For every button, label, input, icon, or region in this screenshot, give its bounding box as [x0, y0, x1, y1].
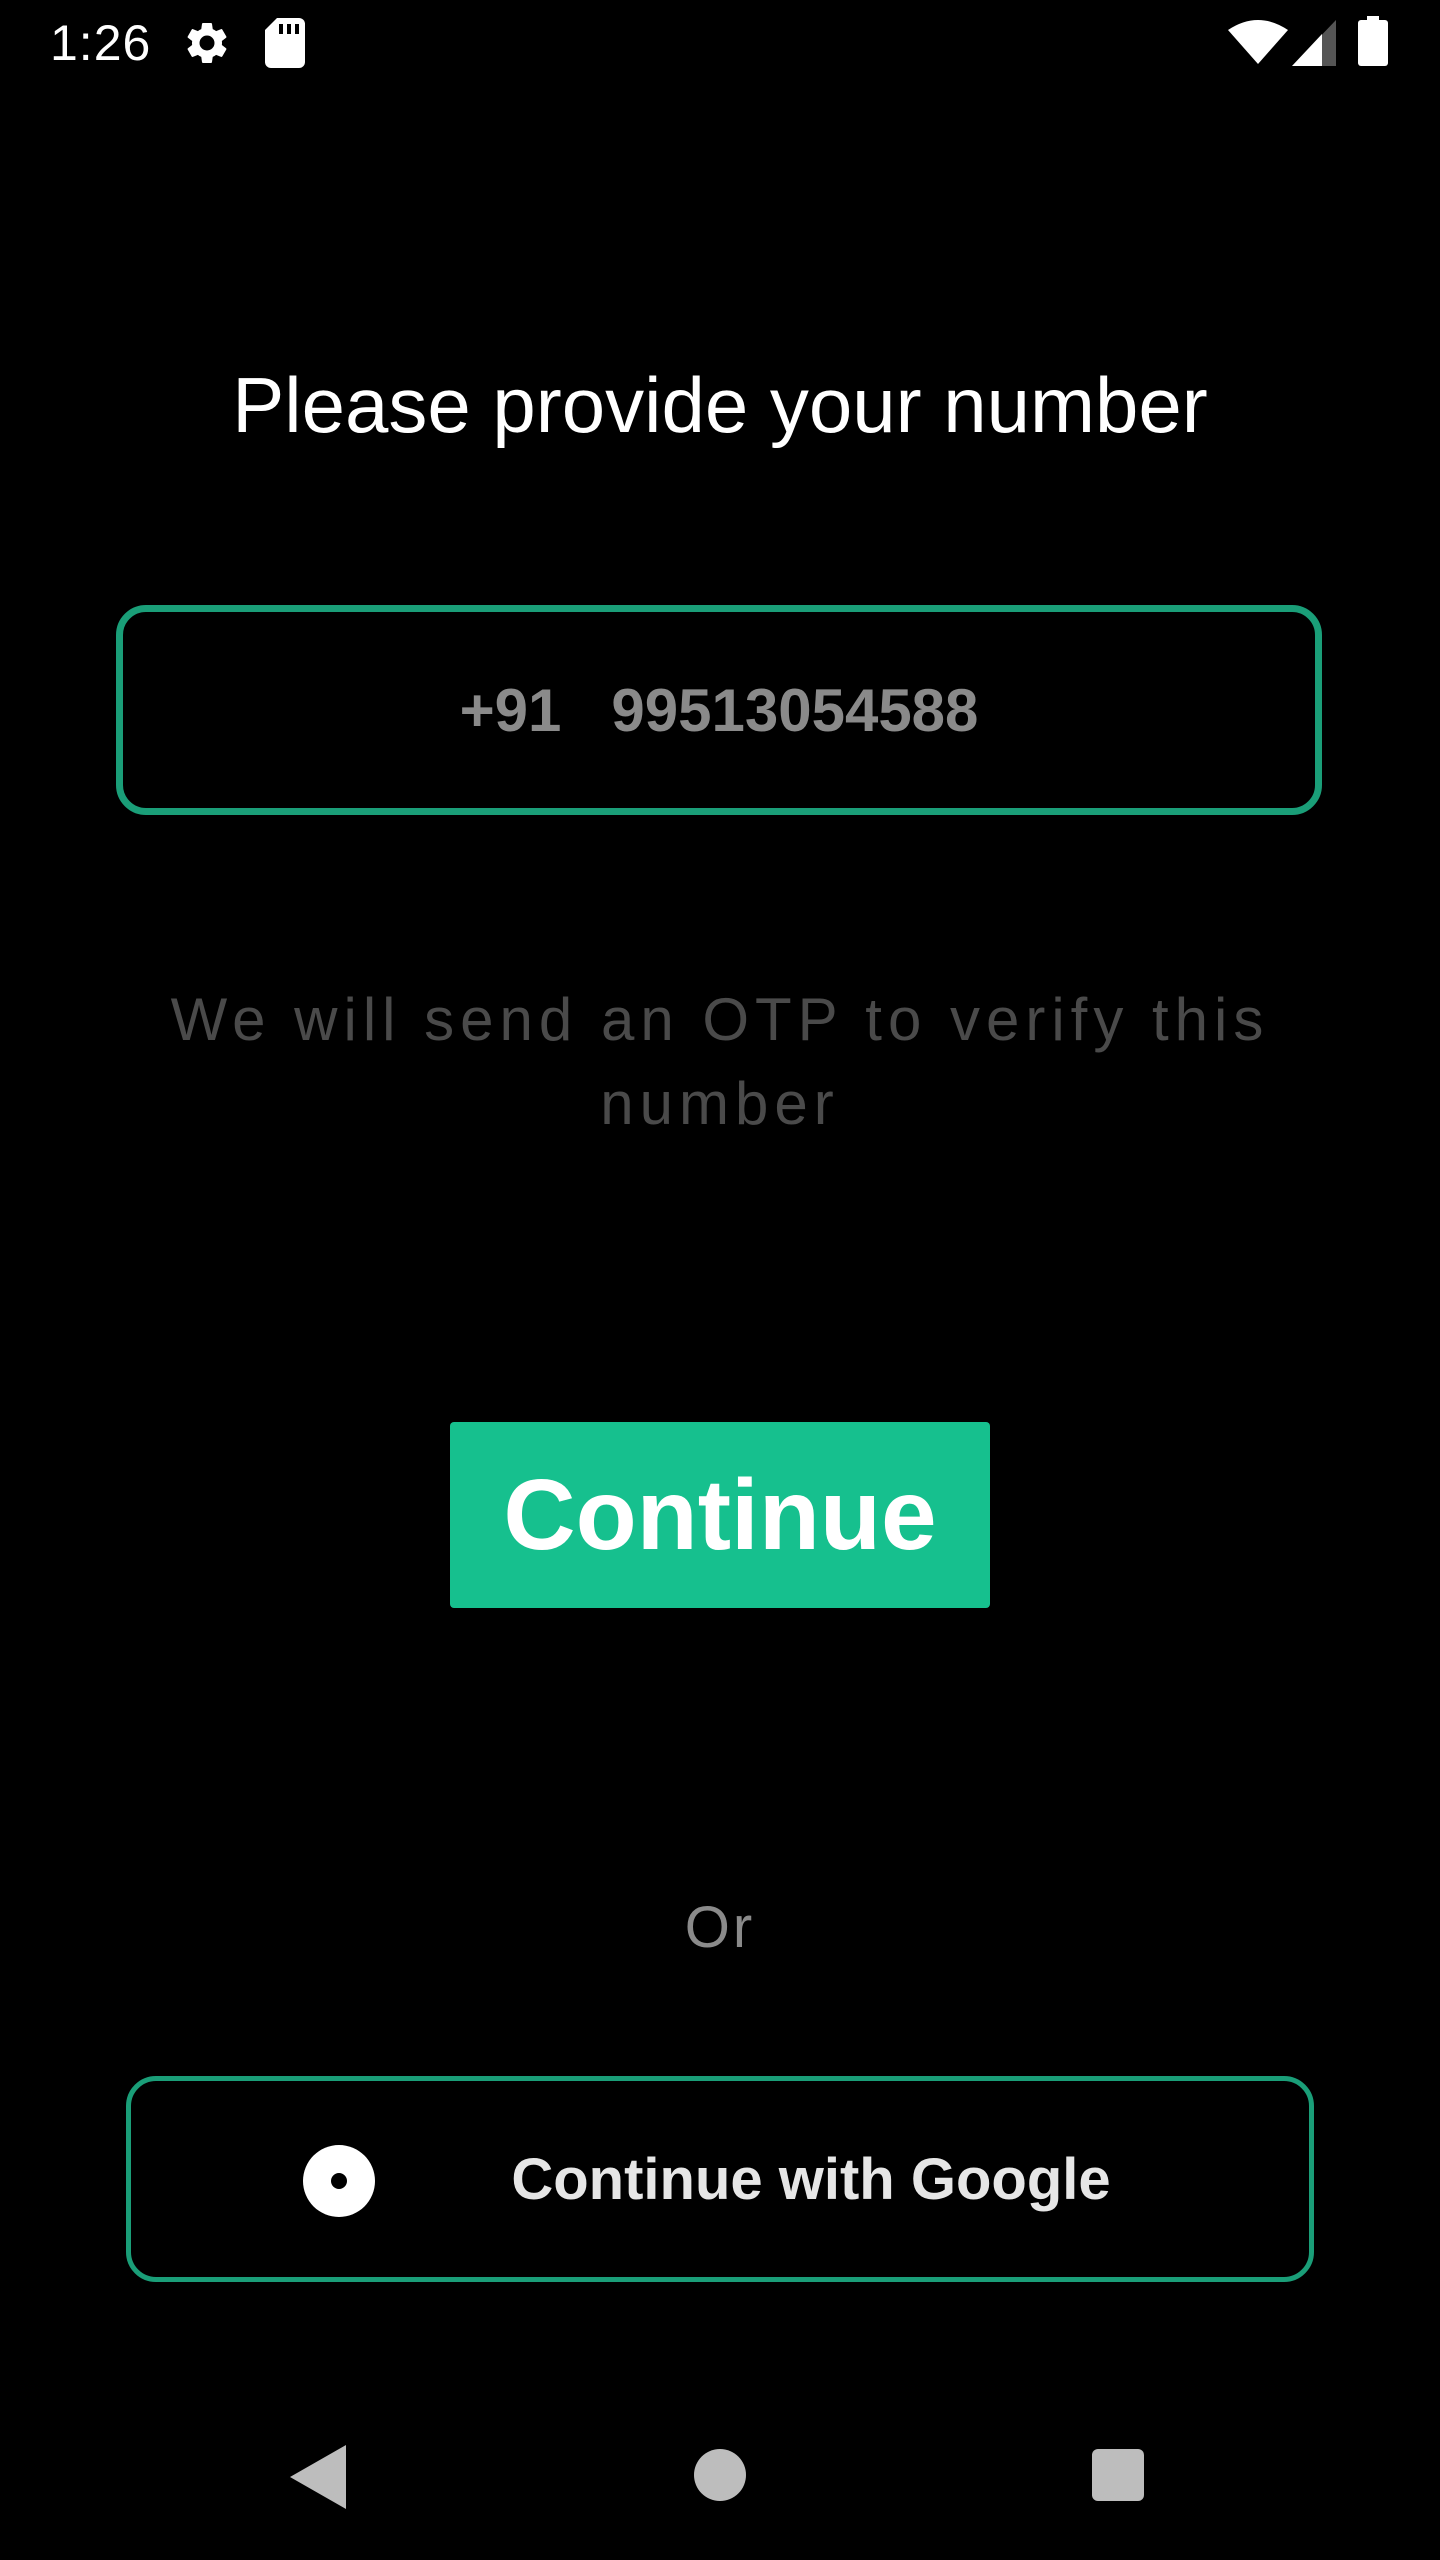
sd-card-icon [265, 18, 305, 68]
status-time: 1:26 [50, 15, 152, 71]
gear-icon [182, 18, 232, 68]
phone-number-input[interactable]: +91 99513054588 [116, 605, 1322, 815]
google-button-label: Continue with Google [511, 2146, 1111, 2212]
phone-number-value[interactable]: 99513054588 [611, 676, 978, 745]
google-icon [303, 2145, 375, 2217]
page-title: Please provide your number [232, 361, 1208, 449]
home-icon[interactable] [694, 2449, 746, 2501]
status-bar: 1:26 [0, 0, 1440, 84]
continue-button[interactable]: Continue [450, 1422, 990, 1608]
or-divider-label: Or [684, 1895, 756, 1960]
login-screen: 1:26 Please provide your number +91 9951… [0, 0, 1440, 2560]
battery-icon [1358, 16, 1388, 66]
country-code[interactable]: +91 [460, 676, 562, 745]
otp-hint-text: We will send an OTP to verify this numbe… [170, 986, 1270, 1137]
signal-icon [1292, 20, 1336, 66]
back-icon[interactable] [290, 2445, 346, 2509]
continue-with-google-button[interactable]: Continue with Google [126, 2076, 1314, 2282]
wifi-icon [1228, 20, 1288, 66]
recents-icon[interactable] [1092, 2449, 1144, 2501]
